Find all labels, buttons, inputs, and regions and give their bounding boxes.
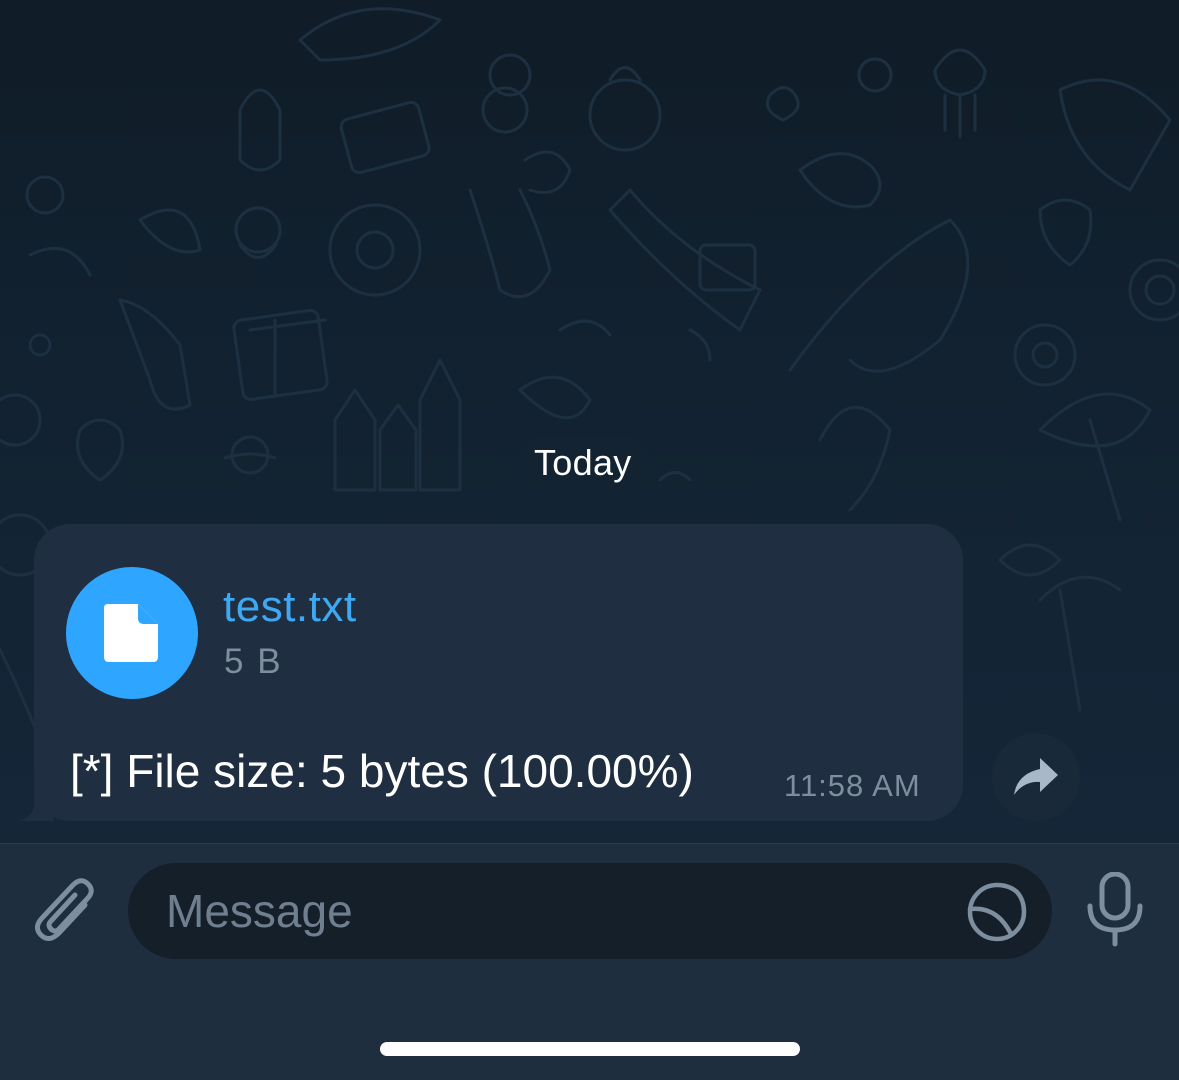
paperclip-icon (35, 878, 94, 941)
file-name[interactable]: test.txt (223, 582, 357, 632)
microphone-button[interactable] (1082, 870, 1148, 950)
home-indicator[interactable] (380, 1042, 800, 1056)
message-timestamp: 11:58 AM (784, 768, 921, 803)
date-label: Today (534, 442, 632, 483)
file-icon[interactable] (66, 567, 198, 699)
share-button[interactable] (992, 733, 1080, 821)
message-input[interactable] (166, 863, 946, 959)
sticker-icon (967, 882, 1027, 942)
sticker-button[interactable] (966, 881, 1028, 943)
chat-screen: Today test.txt 5 B [*] File size: 5 byte… (0, 0, 1179, 1080)
message-text: [*] File size: 5 bytes (100.00%) (70, 745, 694, 797)
message-input-field[interactable] (128, 863, 1052, 959)
message-bubble[interactable]: test.txt 5 B [*] File size: 5 bytes (100… (34, 524, 963, 821)
file-size: 5 B (224, 642, 283, 681)
share-arrow-icon (1014, 758, 1058, 795)
attach-button[interactable] (28, 874, 102, 948)
date-separator: Today (516, 436, 650, 490)
composer-bar (0, 843, 1179, 1080)
microphone-icon (1087, 872, 1143, 947)
document-icon (104, 604, 158, 662)
